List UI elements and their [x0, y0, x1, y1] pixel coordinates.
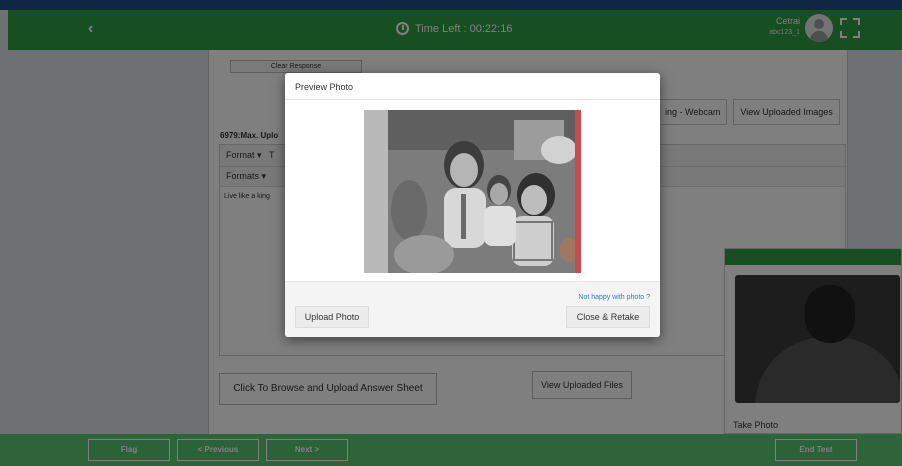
modal-footer: Not happy with photo ? Upload Photo Clos…: [285, 281, 660, 337]
photo-preview: [364, 110, 581, 273]
close-retake-button[interactable]: Close & Retake: [566, 306, 650, 328]
modal-header: Preview Photo: [285, 73, 660, 100]
photo-image: [388, 110, 579, 273]
modal-title: Preview Photo: [295, 82, 354, 92]
preview-photo-modal: Preview Photo Not happy with photo ? Upl…: [285, 73, 660, 337]
not-happy-link[interactable]: Not happy with photo ?: [578, 294, 650, 301]
upload-photo-button[interactable]: Upload Photo: [295, 306, 369, 328]
